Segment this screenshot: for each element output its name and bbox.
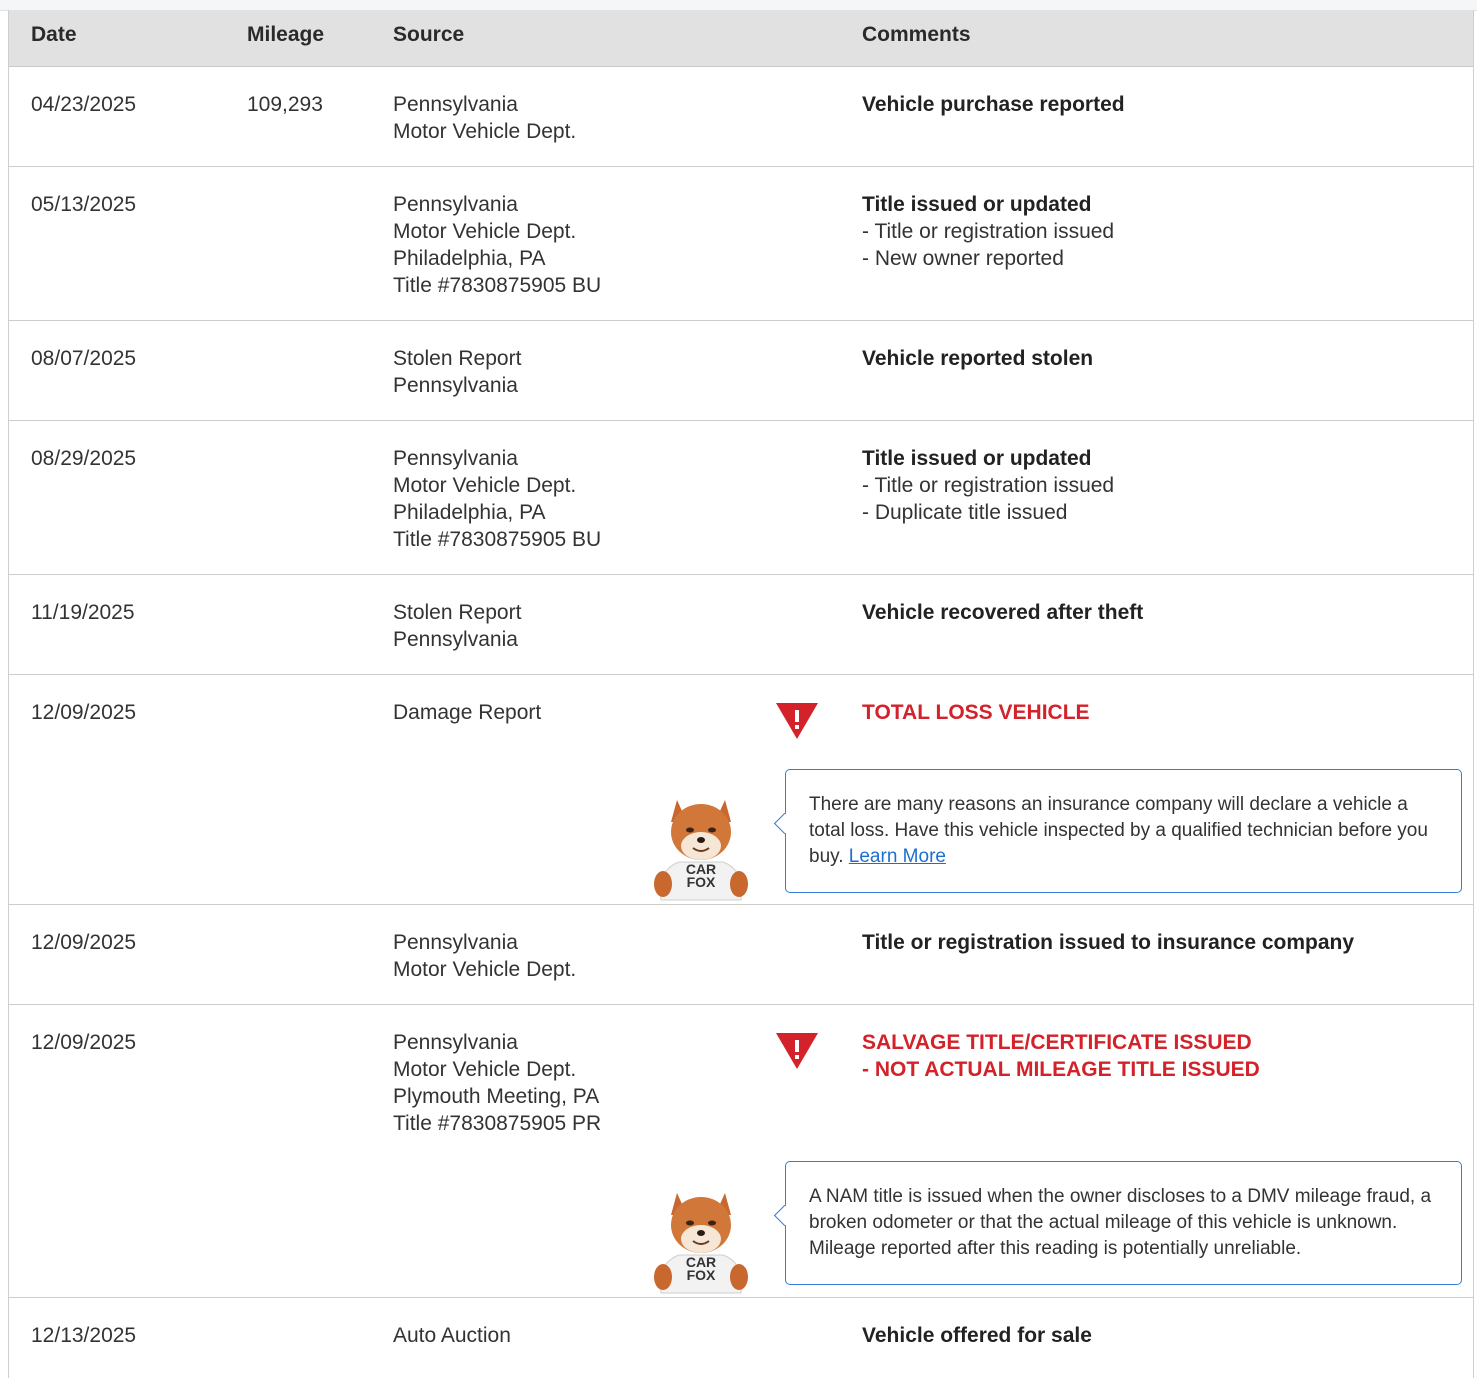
source-line: Stolen Report (393, 601, 522, 624)
row-date: 04/23/2025 (31, 93, 137, 116)
source-line: Motor Vehicle Dept. (393, 958, 577, 981)
tip-bubble: There are many reasons an insurance comp… (785, 769, 1462, 893)
source-line: Pennsylvania (393, 931, 518, 954)
carfox-mascot-icon: CAR FOX (654, 1193, 748, 1294)
tip-bubble: A NAM title is issued when the owner dis… (785, 1161, 1462, 1285)
row-source: Pennsylvania Motor Vehicle Dept. Philade… (393, 191, 601, 299)
comment-title: Title issued or updated (862, 193, 1092, 216)
source-line: Motor Vehicle Dept. (393, 474, 577, 497)
row-source: Stolen Report Pennsylvania (393, 345, 521, 399)
source-line: Damage Report (393, 701, 542, 724)
row-date: 08/29/2025 (31, 447, 137, 470)
row-comments: Vehicle recovered after theft (862, 599, 1143, 626)
source-line: Pennsylvania (393, 1031, 518, 1054)
history-table: Date Mileage Source Comments 04/23/2025 … (8, 10, 1474, 1378)
header-comments: Comments (862, 23, 971, 46)
row-source: Pennsylvania Motor Vehicle Dept. Plymout… (393, 1029, 601, 1137)
comment-item: Duplicate title issued (862, 499, 1114, 526)
carfox-mascot-icon: CAR FOX (654, 800, 748, 901)
row-mileage: 109,293 (247, 93, 323, 116)
source-line: Title #7830875905 PR (393, 1112, 602, 1135)
row-source: Pennsylvania Motor Vehicle Dept. (393, 91, 576, 145)
header-source: Source (393, 23, 465, 46)
row-source: Stolen Report Pennsylvania (393, 599, 521, 653)
source-line: Philadelphia, PA (393, 247, 546, 270)
source-line: Motor Vehicle Dept. (393, 120, 577, 143)
comment-item: New owner reported (862, 245, 1114, 272)
row-source: Auto Auction (393, 1322, 511, 1349)
row-comments: Title issued or updated Title or registr… (862, 445, 1114, 526)
row-comments: Title or registration issued to insuranc… (862, 929, 1354, 956)
source-line: Plymouth Meeting, PA (393, 1085, 600, 1108)
row-comments: Title issued or updated Title or registr… (862, 191, 1114, 272)
source-line: Stolen Report (393, 347, 522, 370)
comment-item: Title or registration issued (862, 472, 1114, 499)
table-row: 12/09/2025 Damage Report TOTAL LOSS VEHI… (9, 675, 1473, 905)
table-row: 08/07/2025 Stolen Report Pennsylvania Ve… (9, 321, 1473, 421)
learn-more-link[interactable]: Learn More (849, 846, 946, 867)
table-row: 12/09/2025 Pennsylvania Motor Vehicle De… (9, 1005, 1473, 1298)
comment-title: Vehicle purchase reported (862, 93, 1125, 116)
warning-triangle-icon (776, 1033, 818, 1069)
fox-shirt-text: FOX (687, 874, 716, 890)
table-row: 12/09/2025 Pennsylvania Motor Vehicle De… (9, 905, 1473, 1005)
row-source: Pennsylvania Motor Vehicle Dept. (393, 929, 576, 983)
alert-item: NOT ACTUAL MILEAGE TITLE ISSUED (862, 1056, 1260, 1083)
comment-title: Title issued or updated (862, 447, 1092, 470)
table-row: 12/13/2025 Auto Auction Vehicle offered … (9, 1298, 1473, 1378)
row-comments: Vehicle reported stolen (862, 345, 1093, 372)
tip-text: A NAM title is issued when the owner dis… (809, 1186, 1432, 1259)
source-line: Pennsylvania (393, 193, 518, 216)
table-row: 08/29/2025 Pennsylvania Motor Vehicle De… (9, 421, 1473, 575)
source-line: Pennsylvania (393, 447, 518, 470)
alert-title: TOTAL LOSS VEHICLE (862, 701, 1090, 724)
row-date: 12/13/2025 (31, 1324, 137, 1347)
header-mileage: Mileage (247, 23, 325, 46)
comment-title: Title or registration issued to insuranc… (862, 931, 1355, 954)
source-line: Title #7830875905 BU (393, 528, 602, 551)
comment-title: Vehicle recovered after theft (862, 601, 1144, 624)
row-comments: Vehicle purchase reported (862, 91, 1125, 118)
row-date: 11/19/2025 (31, 601, 135, 624)
comment-item: Title or registration issued (862, 218, 1114, 245)
row-date: 12/09/2025 (31, 701, 137, 724)
source-line: Motor Vehicle Dept. (393, 1058, 577, 1081)
row-source: Damage Report (393, 699, 541, 726)
comment-title: Vehicle reported stolen (862, 347, 1094, 370)
table-row: 04/23/2025 109,293 Pennsylvania Motor Ve… (9, 67, 1473, 167)
row-comments: Vehicle offered for sale (862, 1322, 1092, 1349)
row-date: 12/09/2025 (31, 1031, 137, 1054)
row-comments: TOTAL LOSS VEHICLE (862, 699, 1090, 726)
row-date: 08/07/2025 (31, 347, 137, 370)
table-row: 11/19/2025 Stolen Report Pennsylvania Ve… (9, 575, 1473, 675)
row-comments: SALVAGE TITLE/CERTIFICATE ISSUED NOT ACT… (862, 1029, 1260, 1083)
source-line: Title #7830875905 BU (393, 274, 602, 297)
source-line: Philadelphia, PA (393, 501, 546, 524)
table-header: Date Mileage Source Comments (9, 10, 1473, 67)
source-line: Pennsylvania (393, 93, 518, 116)
source-line: Motor Vehicle Dept. (393, 220, 577, 243)
alert-title: SALVAGE TITLE/CERTIFICATE ISSUED (862, 1031, 1252, 1054)
row-date: 05/13/2025 (31, 193, 137, 216)
row-date: 12/09/2025 (31, 931, 137, 954)
fox-shirt-text: FOX (687, 1267, 716, 1283)
header-date: Date (31, 23, 77, 46)
row-source: Pennsylvania Motor Vehicle Dept. Philade… (393, 445, 601, 553)
source-line: Pennsylvania (393, 628, 518, 651)
source-line: Auto Auction (393, 1324, 511, 1347)
comment-title: Vehicle offered for sale (862, 1324, 1092, 1347)
source-line: Pennsylvania (393, 374, 518, 397)
warning-triangle-icon (776, 703, 818, 739)
table-row: 05/13/2025 Pennsylvania Motor Vehicle De… (9, 167, 1473, 321)
